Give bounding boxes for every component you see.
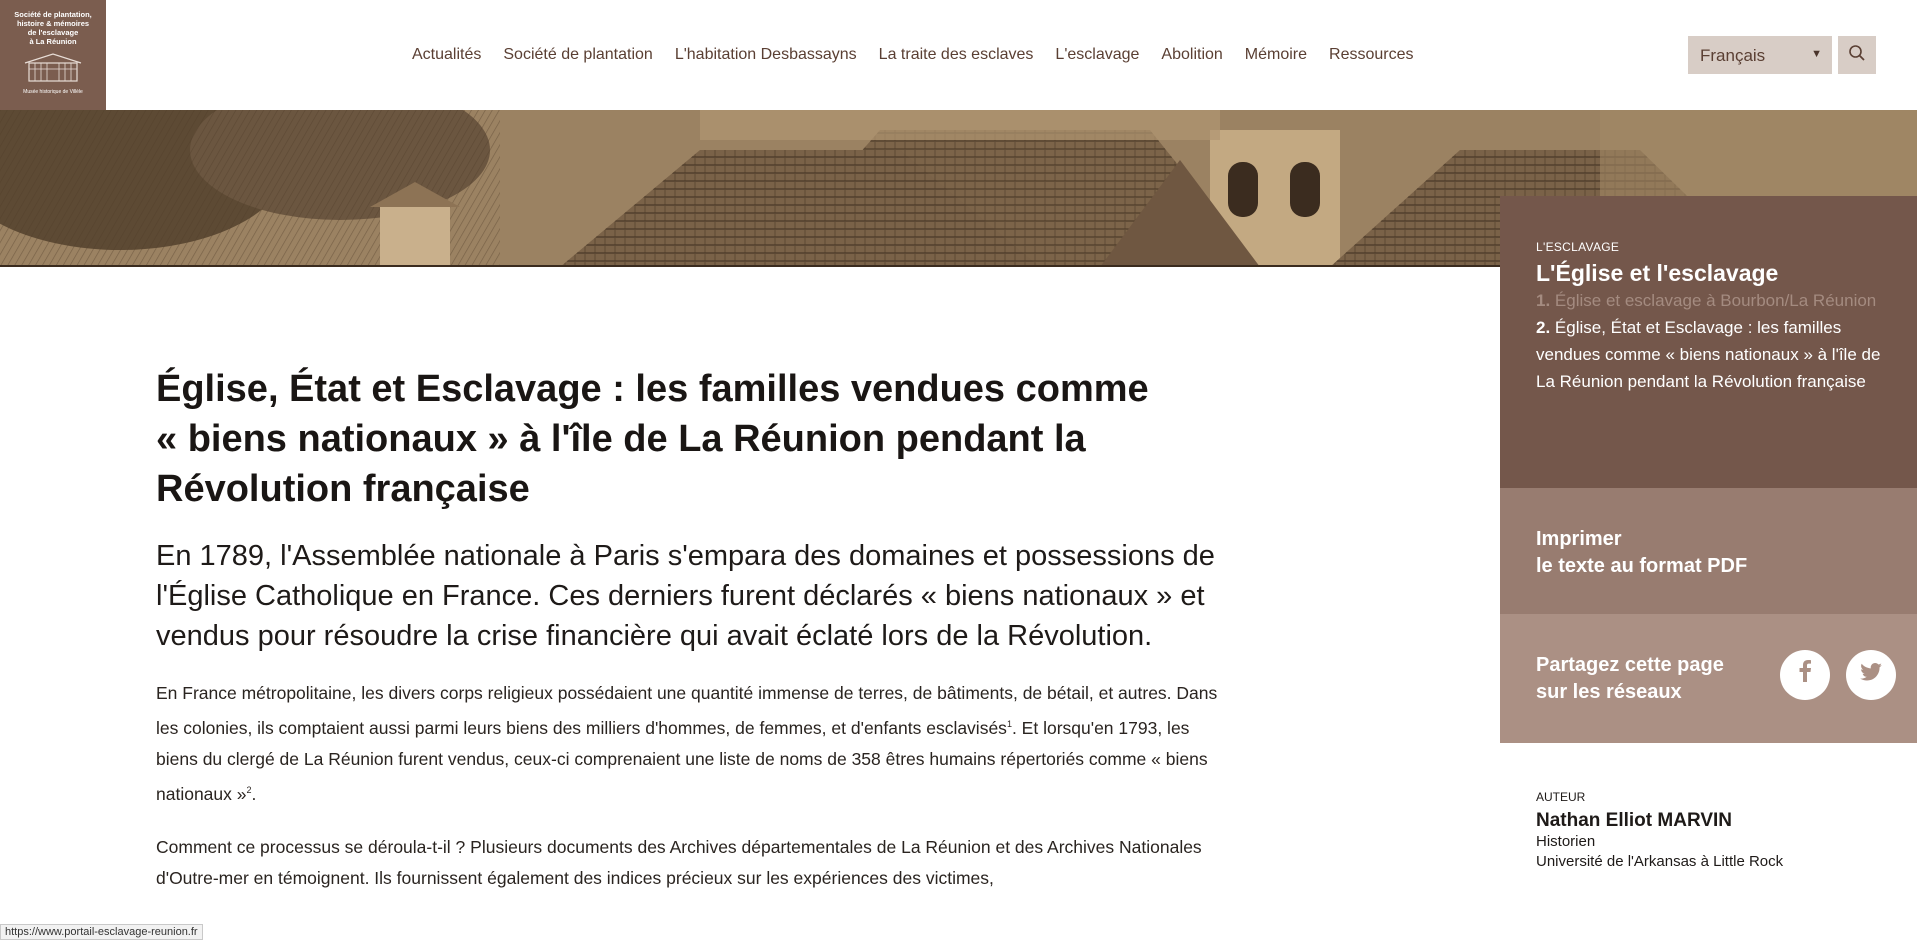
nav-abolition[interactable]: Abolition (1161, 46, 1222, 64)
logo-title: Société de plantation, histoire & mémoir… (14, 10, 92, 46)
toc-title[interactable]: L'Église et l'esclavage (1536, 260, 1881, 287)
author-role: Historien (1536, 833, 1596, 850)
article-paragraph-1: En France métropolitaine, les divers cor… (156, 683, 1218, 804)
nav-actualites[interactable]: Actualités (412, 46, 481, 64)
toc-section-label: L'ESCLAVAGE (1536, 240, 1620, 254)
article-paragraph-2: Comment ce processus se déroula-t-il ? P… (156, 836, 1202, 888)
facebook-share-button[interactable] (1780, 650, 1830, 700)
author-block: AUTEUR Nathan Elliot MARVIN Historien Un… (1536, 790, 1896, 872)
print-pdf-button[interactable]: Imprimer le texte au format PDF (1500, 488, 1917, 614)
nav-memoire[interactable]: Mémoire (1245, 46, 1307, 64)
language-selected: Français (1700, 46, 1766, 65)
language-select[interactable]: Français ▼ (1688, 36, 1832, 74)
search-icon (1848, 44, 1866, 67)
nav-esclavage[interactable]: L'esclavage (1055, 46, 1139, 64)
status-bar-url: https://www.portail-esclavage-reunion.fr (0, 924, 203, 940)
facebook-icon (1798, 660, 1812, 690)
share-panel: Partagez cette page sur les réseaux (1500, 614, 1917, 743)
toc-item-1[interactable]: 1. Église et esclavage à Bourbon/La Réun… (1536, 287, 1881, 314)
author-affiliation: Université de l'Arkansas à Little Rock (1536, 853, 1784, 870)
toc-item-2[interactable]: 2. Église, État et Esclavage : les famil… (1536, 314, 1881, 395)
article-lead: En 1789, l'Assemblée nationale à Paris s… (156, 540, 1215, 652)
twitter-icon (1860, 662, 1882, 689)
article-title: Église, État et Esclavage : les familles… (156, 368, 1149, 510)
site-logo[interactable]: Société de plantation, histoire & mémoir… (0, 0, 106, 110)
author-name: Nathan Elliot MARVIN (1536, 810, 1732, 831)
chapter-toc: L'ESCLAVAGE L'Église et l'esclavage 1. É… (1500, 196, 1917, 488)
author-label: AUTEUR (1536, 790, 1586, 804)
search-button[interactable] (1838, 36, 1876, 74)
article: Église, État et Esclavage : les familles… (156, 364, 1236, 894)
site-header: Société de plantation, histoire & mémoir… (0, 0, 1917, 110)
logo-subtitle: Musée historique de Villèle (23, 89, 83, 95)
nav-ressources[interactable]: Ressources (1329, 46, 1413, 64)
nav-societe-de-plantation[interactable]: Société de plantation (503, 46, 652, 64)
nav-traite-des-esclaves[interactable]: La traite des esclaves (879, 46, 1034, 64)
share-label-2: sur les réseaux (1536, 681, 1682, 703)
nav-habitation-desbassayns[interactable]: L'habitation Desbassayns (675, 46, 857, 64)
main-nav: Actualités Société de plantation L'habit… (412, 46, 1436, 64)
logo-building-icon (21, 51, 85, 83)
twitter-share-button[interactable] (1846, 650, 1896, 700)
chevron-down-icon: ▼ (1811, 48, 1822, 60)
